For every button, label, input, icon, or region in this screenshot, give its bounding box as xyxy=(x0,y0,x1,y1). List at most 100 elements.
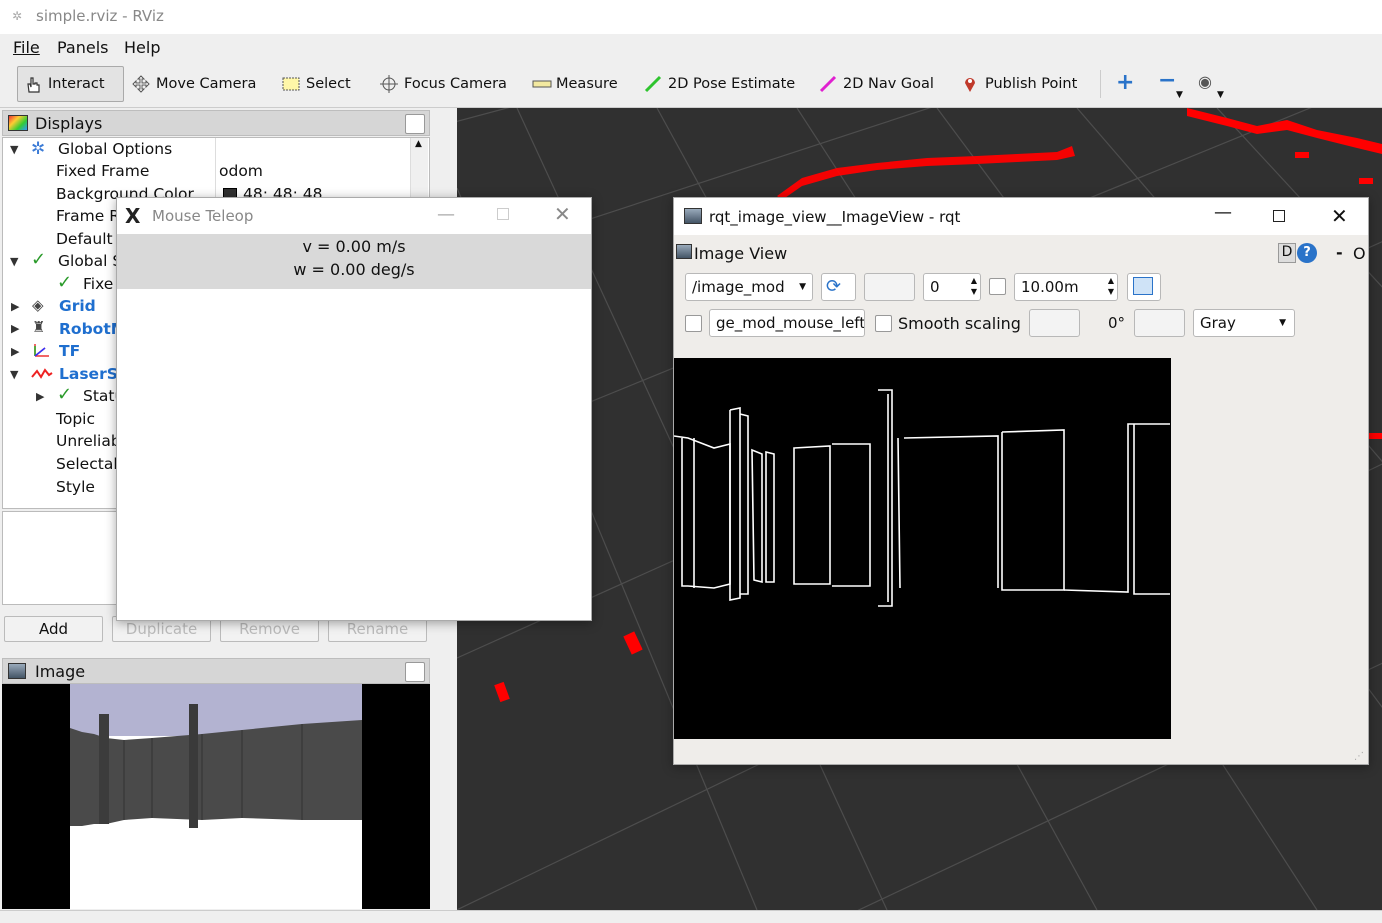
tree-row-unreliable[interactable]: Unreliab xyxy=(56,432,121,454)
robot-icon: ♜ xyxy=(32,318,46,336)
move-camera-button[interactable]: Move Camera xyxy=(126,66,262,102)
expand-arrow-icon[interactable]: ▼ xyxy=(10,255,18,268)
title-bar: ✲ simple.rviz - RViz xyxy=(0,0,1382,34)
plugin-close[interactable]: O xyxy=(1353,244,1366,263)
mouse-topic-field[interactable]: ge_mod_mouse_left xyxy=(709,309,865,337)
fixed-frame-value[interactable]: odom xyxy=(219,162,263,184)
tree-row-fixed-status[interactable]: Fixe xyxy=(83,275,113,297)
color-scheme-value: Gray xyxy=(1200,314,1236,332)
image-icon xyxy=(8,663,26,679)
spinbox-value: 0 xyxy=(930,278,940,296)
laser-scan-icon xyxy=(31,365,53,387)
close-icon[interactable]: ✕ xyxy=(554,202,571,226)
map-pin-icon xyxy=(961,75,979,93)
gear-icon: ✲ xyxy=(31,139,46,159)
publish-point-label: Publish Point xyxy=(985,76,1078,92)
rqt-app-icon xyxy=(684,208,702,224)
tree-row-topic[interactable]: Topic xyxy=(56,410,95,432)
max-range-spinbox[interactable]: 10.00m ▲ ▼ xyxy=(1014,273,1118,301)
ruler-icon xyxy=(532,75,552,93)
teleop-titlebar: X Mouse Teleop — ✕ xyxy=(117,198,591,234)
plugin-minimize[interactable]: - xyxy=(1336,243,1343,262)
tree-row-frame-rate[interactable]: Frame R xyxy=(56,207,120,229)
tree-row-fixed-frame[interactable]: Fixed Frame xyxy=(56,162,149,184)
expand-arrow-icon[interactable]: ▼ xyxy=(10,143,18,156)
hand-icon xyxy=(24,75,42,93)
spin-arrows-icon[interactable]: ▲ ▼ xyxy=(971,275,977,297)
image-panel-header: Image xyxy=(2,658,430,684)
mouse-teleop-window: X Mouse Teleop — ✕ v = 0.00 m/s w = 0.00… xyxy=(116,197,592,621)
tree-row-selectable[interactable]: Selectab xyxy=(56,455,123,477)
menu-file[interactable]: File xyxy=(13,38,40,57)
plugin-title: Image View xyxy=(694,244,788,263)
maximize-icon[interactable] xyxy=(497,208,509,220)
plus-icon[interactable]: + xyxy=(1116,70,1134,95)
max-range-value: 10.00m xyxy=(1021,278,1079,296)
angular-velocity: w = 0.00 deg/s xyxy=(293,260,415,279)
edge-image[interactable] xyxy=(673,358,1171,739)
tree-row-tf[interactable]: TF xyxy=(59,342,80,364)
resize-grip-icon[interactable]: ⋰ xyxy=(1354,751,1364,762)
collapse-arrow-icon[interactable]: ▶ xyxy=(11,322,19,335)
save-image-icon xyxy=(1133,277,1153,295)
green-arrow-icon xyxy=(644,75,662,93)
mouse-publish-checkbox[interactable] xyxy=(685,315,702,332)
rotate-right-button[interactable] xyxy=(1134,309,1185,337)
smooth-scaling-label: Smooth scaling xyxy=(898,314,1021,333)
color-scheme-dropdown[interactable]: Gray ▼ xyxy=(1193,309,1295,337)
focus-camera-button[interactable]: Focus Camera xyxy=(374,66,513,102)
help-icon[interactable]: ? xyxy=(1297,243,1317,263)
spin-arrows-icon[interactable]: ▲ ▼ xyxy=(1108,275,1114,297)
displays-panel-header: Displays xyxy=(2,110,430,136)
topic-dropdown[interactable]: /image_mod ▼ xyxy=(685,273,813,301)
nav-goal-button[interactable]: 2D Nav Goal xyxy=(813,66,940,102)
tree-row-global-options[interactable]: Global Options xyxy=(58,140,172,162)
measure-button[interactable]: Measure xyxy=(526,66,624,102)
tree-row-global-status[interactable]: Global S xyxy=(58,252,122,274)
focus-camera-label: Focus Camera xyxy=(404,76,507,92)
image-undock-checkbox[interactable] xyxy=(405,662,425,682)
tree-row-style[interactable]: Style xyxy=(56,478,95,500)
pose-estimate-button[interactable]: 2D Pose Estimate xyxy=(638,66,801,102)
collapse-arrow-icon[interactable]: ▶ xyxy=(11,345,19,358)
window-title: simple.rviz - RViz xyxy=(36,7,164,25)
collapse-arrow-icon[interactable]: ▶ xyxy=(11,300,19,313)
plugin-d-button[interactable]: D xyxy=(1278,243,1296,263)
add-button[interactable]: Add xyxy=(4,616,103,642)
scroll-up-icon[interactable]: ▲ xyxy=(415,139,422,149)
eye-dropdown-icon[interactable]: ▼ xyxy=(1217,90,1224,100)
minus-dropdown-icon[interactable]: ▼ xyxy=(1176,90,1183,100)
move-camera-label: Move Camera xyxy=(156,76,257,92)
eye-icon[interactable]: ◉ xyxy=(1198,72,1212,91)
check-icon: ✓ xyxy=(31,249,47,270)
minus-icon[interactable]: − xyxy=(1158,68,1176,93)
collapse-arrow-icon[interactable]: ▶ xyxy=(36,390,44,403)
monitor-icon xyxy=(8,115,28,131)
select-button[interactable]: Select xyxy=(276,66,357,102)
rotate-left-button[interactable] xyxy=(1029,309,1080,337)
publish-point-button[interactable]: Publish Point xyxy=(955,66,1083,102)
blank-field[interactable] xyxy=(864,273,915,301)
expand-arrow-icon[interactable]: ▼ xyxy=(10,368,18,381)
tree-row-default-light[interactable]: Default xyxy=(56,230,113,252)
menu-help[interactable]: Help xyxy=(124,38,160,57)
chevron-down-icon: ▼ xyxy=(799,282,806,292)
tree-row-grid[interactable]: Grid xyxy=(59,297,96,319)
image-view-icon xyxy=(676,244,692,259)
displays-undock-checkbox[interactable] xyxy=(405,114,425,134)
minimize-icon[interactable]: — xyxy=(437,204,455,225)
close-icon[interactable]: ✕ xyxy=(1331,204,1348,228)
refresh-button[interactable]: ⟳ xyxy=(821,273,856,301)
max-range-checkbox[interactable] xyxy=(989,278,1006,295)
number-spinbox[interactable]: 0 ▲ ▼ xyxy=(923,273,981,301)
menu-panels[interactable]: Panels xyxy=(57,38,109,57)
rqt-titlebar: rqt_image_view__ImageView - rqt — ✕ xyxy=(674,198,1368,235)
save-image-button[interactable] xyxy=(1127,273,1161,301)
smooth-scaling-checkbox[interactable] xyxy=(875,315,892,332)
minimize-icon[interactable]: — xyxy=(1214,202,1232,223)
interact-button[interactable]: Interact xyxy=(17,66,124,102)
maximize-icon[interactable] xyxy=(1273,210,1285,222)
menu-bar: File Panels Help xyxy=(0,34,1382,60)
refresh-icon: ⟳ xyxy=(826,276,842,297)
check-icon: ✓ xyxy=(57,272,73,293)
